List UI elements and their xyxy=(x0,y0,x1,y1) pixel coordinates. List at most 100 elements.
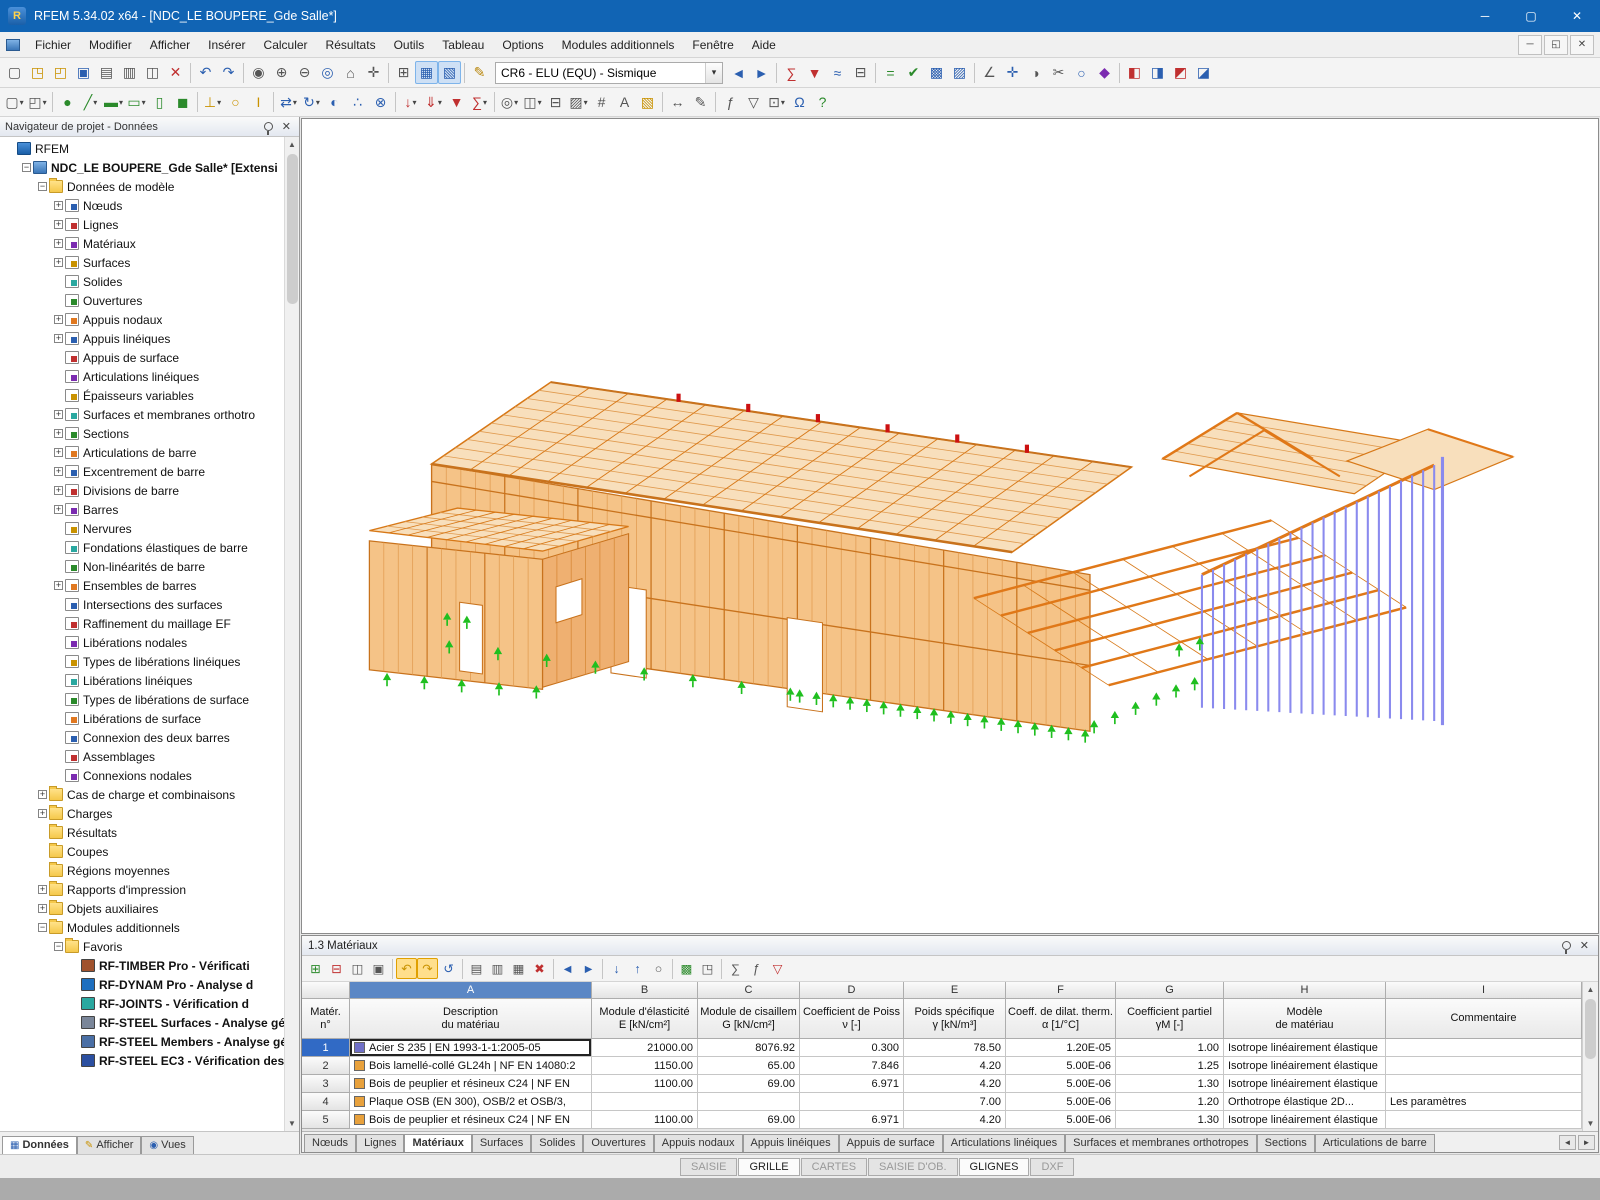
user-views-icon[interactable]: ◫▾ xyxy=(521,91,544,114)
table-tab-appuis-lin-iques[interactable]: Appuis linéiques xyxy=(743,1134,839,1152)
cell-e[interactable]: 7.00 xyxy=(904,1093,1006,1111)
zoom-in-icon[interactable]: ⊕ xyxy=(270,61,293,84)
cell-e[interactable]: 4.20 xyxy=(904,1111,1006,1129)
tree-expand-icon[interactable]: + xyxy=(54,467,63,476)
cell-g[interactable]: 1.20 xyxy=(1116,1093,1224,1111)
table-tab-mat-riaux[interactable]: Matériaux xyxy=(404,1134,471,1152)
tree-expand-icon[interactable]: + xyxy=(54,486,63,495)
move-copy-icon[interactable]: ⇄▾ xyxy=(277,91,300,114)
tree-expand-icon[interactable]: + xyxy=(38,790,47,799)
open-file-icon[interactable]: ◳ xyxy=(26,61,49,84)
previous-load-case-icon[interactable]: ◄ xyxy=(727,61,750,84)
new-window-icon[interactable]: ⊞ xyxy=(392,61,415,84)
table-layout-horizontal-icon[interactable]: ▦ xyxy=(415,61,438,84)
load-case-combo[interactable]: CR6 - ELU (EQU) - Sismique ▾ xyxy=(495,62,723,84)
tree-item-lib-rations-lin-iques[interactable]: Libérations linéiques xyxy=(0,671,284,690)
save-icon[interactable]: ▣ xyxy=(72,61,95,84)
table-scrollbar[interactable]: ▲ ▼ xyxy=(1582,982,1598,1131)
cell-c[interactable]: 8076.92 xyxy=(698,1039,800,1057)
undo-icon[interactable]: ↶ xyxy=(194,61,217,84)
scroll-down-icon[interactable]: ▼ xyxy=(285,1116,300,1131)
cell-g[interactable]: 1.30 xyxy=(1116,1111,1224,1129)
column-letter-A[interactable]: A xyxy=(350,982,592,999)
column-letter-I[interactable]: I xyxy=(1386,982,1582,999)
new-nodal-load-icon[interactable]: ↓▾ xyxy=(399,91,422,114)
column-header-G[interactable]: Coefficient partielγM [-] xyxy=(1116,999,1224,1039)
tree-item-rf-steel-members-analyse-g-[interactable]: RF-STEEL Members - Analyse gé xyxy=(0,1032,284,1051)
rotate-icon[interactable]: ↻▾ xyxy=(300,91,323,114)
mesh-settings-icon[interactable]: ▨ xyxy=(948,61,971,84)
pin-icon[interactable] xyxy=(264,122,273,131)
tree-expand-icon[interactable]: + xyxy=(54,258,63,267)
panel-close-icon[interactable]: ✕ xyxy=(279,120,294,133)
table-jump-last-icon[interactable]: ► xyxy=(578,958,599,979)
colors-icon[interactable]: ▧ xyxy=(636,91,659,114)
tree-item-solides[interactable]: Solides xyxy=(0,272,284,291)
cell-c[interactable]: 65.00 xyxy=(698,1057,800,1075)
tree-item-articulations-lin-iques[interactable]: Articulations linéiques xyxy=(0,367,284,386)
tree-expand-icon[interactable]: + xyxy=(54,429,63,438)
tree-item-mat-riaux[interactable]: +Matériaux xyxy=(0,234,284,253)
row-number[interactable]: 1 xyxy=(302,1039,350,1057)
delete-icon[interactable]: ✕ xyxy=(164,61,187,84)
tree-item-articulations-de-barre[interactable]: +Articulations de barre xyxy=(0,443,284,462)
tree-item-rf-steel-ec3-v-rification-des-[interactable]: RF-STEEL EC3 - Vérification des l xyxy=(0,1051,284,1070)
table-delete-row-icon[interactable]: ⊟ xyxy=(326,958,347,979)
print-graphic-icon[interactable]: ◩ xyxy=(1169,61,1192,84)
tree-item-appuis-de-surface[interactable]: Appuis de surface xyxy=(0,348,284,367)
cell-comment[interactable] xyxy=(1386,1057,1582,1075)
menu-item-outils[interactable]: Outils xyxy=(385,32,434,57)
tree-expand-icon[interactable]: + xyxy=(54,581,63,590)
cell-d[interactable] xyxy=(800,1093,904,1111)
generate-mesh-icon[interactable]: ▩ xyxy=(925,61,948,84)
tree-expand-icon[interactable]: + xyxy=(54,334,63,343)
previous-view-icon[interactable]: ⌂ xyxy=(339,61,362,84)
menu-item-modifier[interactable]: Modifier xyxy=(80,32,141,57)
table-tab-articulations-de-barre[interactable]: Articulations de barre xyxy=(1315,1134,1435,1152)
tree-item-donn-es-de-mod-le[interactable]: −Données de modèle xyxy=(0,177,284,196)
tree-item-divisions-de-barre[interactable]: +Divisions de barre xyxy=(0,481,284,500)
tabs-scroll-right-icon[interactable]: ► xyxy=(1578,1135,1595,1150)
tree-scrollbar[interactable]: ▲ ▼ xyxy=(284,137,299,1131)
table-scroll-up-icon[interactable]: ▲ xyxy=(1583,982,1598,997)
tree-item-ndc-le-boupere-gde-salle-exten[interactable]: −NDC_LE BOUPERE_Gde Salle* [Extensi xyxy=(0,158,284,177)
print-icon[interactable]: ▤ xyxy=(95,61,118,84)
info-object-icon[interactable]: ○ xyxy=(1070,61,1093,84)
tree-item-surfaces[interactable]: +Surfaces xyxy=(0,253,284,272)
tree-expand-icon[interactable]: + xyxy=(38,885,47,894)
display-properties-icon[interactable]: ▨▾ xyxy=(567,91,590,114)
column-header-C[interactable]: Module de cisaillemG [kN/cm²] xyxy=(698,999,800,1039)
cell-c[interactable] xyxy=(698,1093,800,1111)
table-tab-n-uds[interactable]: Nœuds xyxy=(304,1134,356,1152)
cell-description[interactable]: Bois de peuplier et résineux C24 | NF EN xyxy=(350,1111,592,1129)
tree-item-appuis-lin-iques[interactable]: +Appuis linéiques xyxy=(0,329,284,348)
load-generators-icon[interactable]: ∑▾ xyxy=(468,91,491,114)
table-ole-icon[interactable]: ◳ xyxy=(697,958,718,979)
status-toggle-dxf[interactable]: DXF xyxy=(1030,1158,1074,1176)
cell-description[interactable]: Bois lamellé-collé GL24h | NF EN 14080:2 xyxy=(350,1057,592,1075)
table-fx-icon[interactable]: ƒ xyxy=(746,958,767,979)
table-insert-row-icon[interactable]: ⊞ xyxy=(305,958,326,979)
tree-expand-icon[interactable]: + xyxy=(54,448,63,457)
cell-g[interactable]: 1.30 xyxy=(1116,1075,1224,1093)
table-tab-ouvertures[interactable]: Ouvertures xyxy=(583,1134,653,1152)
tree-item-rf-joints-v-rification-d[interactable]: RF-JOINTS - Vérification d xyxy=(0,994,284,1013)
new-section-icon[interactable]: I xyxy=(247,91,270,114)
column-letter-C[interactable]: C xyxy=(698,982,800,999)
help-tool-icon[interactable]: ? xyxy=(811,91,834,114)
tree-item-barres[interactable]: +Barres xyxy=(0,500,284,519)
tree-item-sections[interactable]: +Sections xyxy=(0,424,284,443)
column-header-B[interactable]: Module d'élasticitéE [kN/cm²] xyxy=(592,999,698,1039)
tree-item-cas-de-charge-et-combinaisons[interactable]: +Cas de charge et combinaisons xyxy=(0,785,284,804)
cell-comment[interactable] xyxy=(1386,1039,1582,1057)
cell-e[interactable]: 78.50 xyxy=(904,1039,1006,1057)
measure-icon[interactable]: ∠ xyxy=(978,61,1001,84)
tree-item-raffinement-du-maillage-ef[interactable]: Raffinement du maillage EF xyxy=(0,614,284,633)
cell-description[interactable]: Bois de peuplier et résineux C24 | NF EN xyxy=(350,1075,592,1093)
mdi-restore-button[interactable]: ◱ xyxy=(1544,35,1568,55)
new-hinge-icon[interactable]: ○ xyxy=(224,91,247,114)
model-viewport[interactable] xyxy=(301,118,1599,934)
table-edit-mode-icon[interactable]: ▥ xyxy=(487,958,508,979)
divide-icon[interactable]: ∴ xyxy=(346,91,369,114)
connect-icon[interactable]: ⊗ xyxy=(369,91,392,114)
